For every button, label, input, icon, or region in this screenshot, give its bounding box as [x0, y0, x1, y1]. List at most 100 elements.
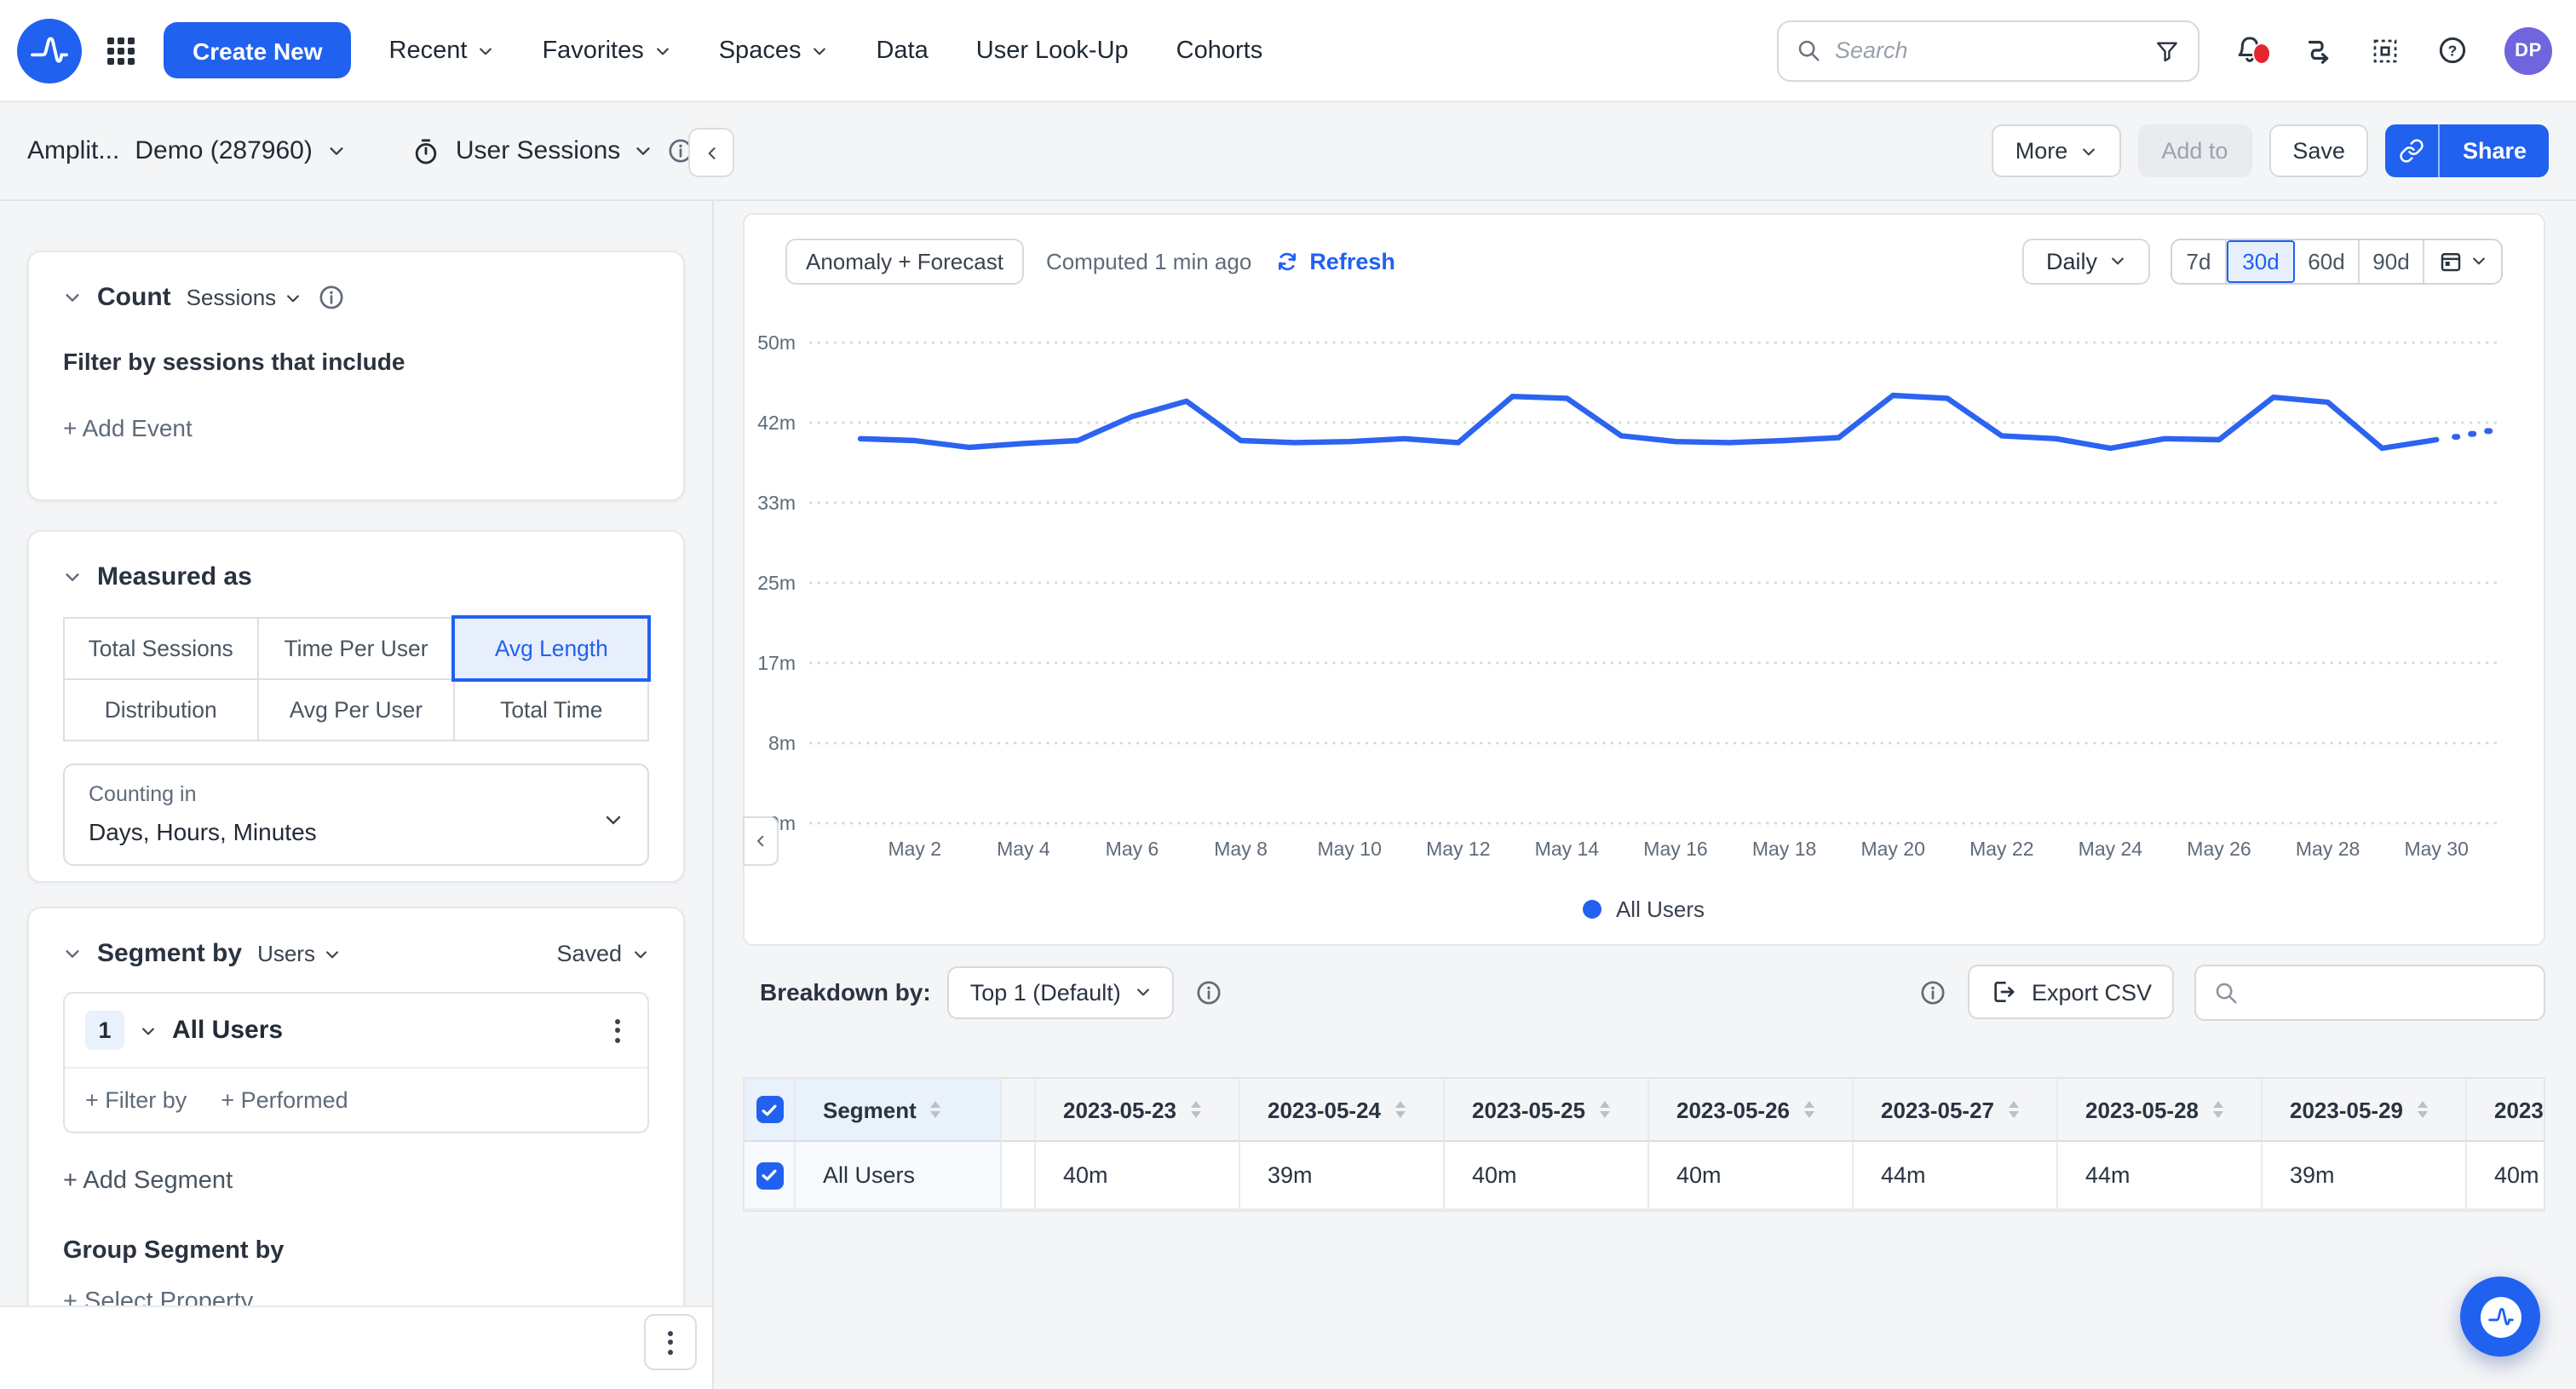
row-checkbox[interactable] [756, 1161, 783, 1189]
create-new-button[interactable]: Create New [164, 22, 352, 78]
svg-text:8m: 8m [768, 732, 796, 754]
export-csv-button[interactable]: Export CSV [1969, 965, 2174, 1019]
svg-text:May 12: May 12 [1426, 838, 1490, 860]
search-icon [2213, 979, 2239, 1005]
table-col-2023-05-25[interactable]: 2023-05-25 [1445, 1079, 1649, 1142]
collapse-sidebar-button[interactable] [688, 128, 734, 177]
table-col-2023-05-28[interactable]: 2023-05-28 [2058, 1079, 2263, 1142]
table-col-2023[interactable]: 2023- [2467, 1079, 2545, 1142]
legend-label: All Users [1616, 896, 1705, 922]
topnav-icons: ? DP [2234, 26, 2552, 74]
row-value-cell: 44m [1854, 1142, 2058, 1210]
notifications-bell-icon[interactable] [2234, 34, 2266, 66]
collapse-section-icon[interactable] [63, 288, 82, 307]
select-all-cell [745, 1079, 796, 1142]
table-col-2023-05-26[interactable]: 2023-05-26 [1649, 1079, 1854, 1142]
chevron-down-icon [328, 141, 347, 160]
search-placeholder: Search [1835, 37, 2140, 63]
table-col-2023-05-23[interactable]: 2023-05-23 [1036, 1079, 1240, 1142]
range-30d-button[interactable]: 30d [2227, 239, 2295, 282]
granularity-dropdown[interactable]: Daily [2022, 238, 2150, 284]
nav-item-favorites[interactable]: Favorites [518, 0, 694, 101]
range-90d-button[interactable]: 90d [2360, 239, 2424, 282]
journeys-icon[interactable] [2302, 34, 2334, 66]
segment-name[interactable]: All Users [172, 1016, 283, 1045]
top-nav: Create New Recent Favorites Spaces Data … [0, 0, 2576, 102]
measured-option-total-time[interactable]: Total Time [453, 677, 650, 741]
table-col-2023-05-29[interactable]: 2023-05-29 [2263, 1079, 2467, 1142]
query-sidebar: Count Sessions Filter by sessions that i… [0, 201, 714, 1389]
saved-dropdown[interactable]: Saved [556, 941, 649, 966]
refresh-button[interactable]: Refresh [1274, 248, 1395, 274]
project-selector[interactable]: Amplit... Demo (287960) [27, 136, 347, 165]
nav-item-cohorts[interactable]: Cohorts [1153, 0, 1287, 101]
info-icon[interactable] [317, 283, 346, 312]
svg-text:May 20: May 20 [1860, 838, 1924, 860]
main-nav: Recent Favorites Spaces Data User Look-U… [365, 0, 1287, 101]
table-col-segment[interactable]: Segment [796, 1079, 1002, 1142]
table-col-2023-05-27[interactable]: 2023-05-27 [1854, 1079, 2058, 1142]
select-all-checkbox[interactable] [756, 1096, 783, 1123]
count-event-selector[interactable]: Sessions [187, 285, 302, 310]
svg-text:May 26: May 26 [2187, 838, 2251, 860]
frame-select-icon[interactable] [2370, 35, 2401, 66]
measured-option-time-per-user[interactable]: Time Per User [257, 616, 454, 679]
anomaly-forecast-chip[interactable]: Anomaly + Forecast [785, 238, 1024, 284]
filter-funnel-icon[interactable] [2153, 37, 2181, 64]
share-button[interactable]: Share [2441, 124, 2549, 177]
measured-option-total-sessions[interactable]: Total Sessions [62, 616, 259, 679]
info-icon[interactable] [1919, 977, 1948, 1006]
nav-item-data[interactable]: Data [852, 0, 952, 101]
copy-link-button[interactable] [2386, 124, 2441, 177]
row-value-cell: 39m [1240, 1142, 1445, 1210]
add-event-button[interactable]: + Add Event [29, 375, 683, 441]
apps-grid-icon[interactable] [107, 37, 135, 64]
sort-icon [2417, 1101, 2427, 1119]
more-button[interactable]: More [1992, 124, 2121, 177]
help-icon[interactable]: ? [2436, 34, 2469, 66]
collapse-section-icon[interactable] [63, 568, 82, 586]
segment-options-kebab-icon[interactable] [608, 1011, 627, 1049]
breakdown-table: Segment2023-05-232023-05-242023-05-25202… [743, 1077, 2545, 1212]
global-search-input[interactable]: Search [1777, 20, 2199, 81]
performed-button[interactable]: + Performed [221, 1087, 348, 1113]
nav-item-spaces[interactable]: Spaces [695, 0, 853, 101]
sessions-line-chart[interactable]: 50m42m33m25m17m8m0mMay 2May 4May 6May 8M… [745, 314, 2547, 876]
svg-text:May 24: May 24 [2079, 838, 2143, 860]
amplitude-assistant-fab[interactable] [2460, 1277, 2540, 1357]
save-button[interactable]: Save [2268, 124, 2369, 177]
date-range-group: 7d30d60d90d [2171, 238, 2503, 284]
breakdown-dropdown[interactable]: Top 1 (Default) [948, 965, 1174, 1018]
row-value-cell: 39m [2263, 1142, 2467, 1210]
measured-option-avg-per-user[interactable]: Avg Per User [257, 677, 454, 741]
collapse-section-icon[interactable] [63, 944, 82, 963]
filter-by-button[interactable]: + Filter by [85, 1087, 187, 1113]
measured-option-avg-length[interactable]: Avg Length [451, 614, 652, 681]
table-col-2023-05-24[interactable]: 2023-05-24 [1240, 1079, 1445, 1142]
nav-item-user-look-up[interactable]: User Look-Up [952, 0, 1153, 101]
info-icon[interactable] [1194, 977, 1223, 1006]
user-avatar[interactable]: DP [2504, 26, 2552, 74]
project-truncated: Amplit... [27, 136, 119, 165]
measured-as-card: Measured as Total SessionsTime Per UserA… [27, 530, 685, 883]
svg-text:50m: 50m [757, 331, 796, 354]
table-col-spacer [1002, 1079, 1036, 1142]
calendar-range-button[interactable] [2424, 239, 2501, 282]
add-segment-button[interactable]: + Add Segment [63, 1167, 649, 1195]
row-segment-name[interactable]: All Users [796, 1142, 1002, 1210]
range-7d-button[interactable]: 7d [2172, 239, 2227, 282]
sidebar-more-kebab-icon[interactable] [644, 1314, 697, 1370]
range-60d-button[interactable]: 60d [2295, 239, 2360, 282]
chevron-down-icon[interactable] [140, 1022, 157, 1039]
chart-panel-collapse-button[interactable] [743, 816, 779, 866]
project-name: Demo (287960) [135, 136, 312, 165]
segment-entity-selector[interactable]: Users [257, 941, 341, 966]
counting-in-select[interactable]: Counting in Days, Hours, Minutes [63, 764, 649, 866]
amplitude-logo-icon[interactable] [17, 18, 82, 83]
nav-item-recent[interactable]: Recent [365, 0, 519, 101]
chart-legend[interactable]: All Users [745, 896, 2544, 922]
table-search-input[interactable] [2194, 964, 2545, 1020]
add-to-button[interactable]: Add to [2137, 124, 2251, 177]
metric-selector[interactable]: User Sessions [411, 135, 695, 166]
measured-option-distribution[interactable]: Distribution [62, 677, 259, 741]
